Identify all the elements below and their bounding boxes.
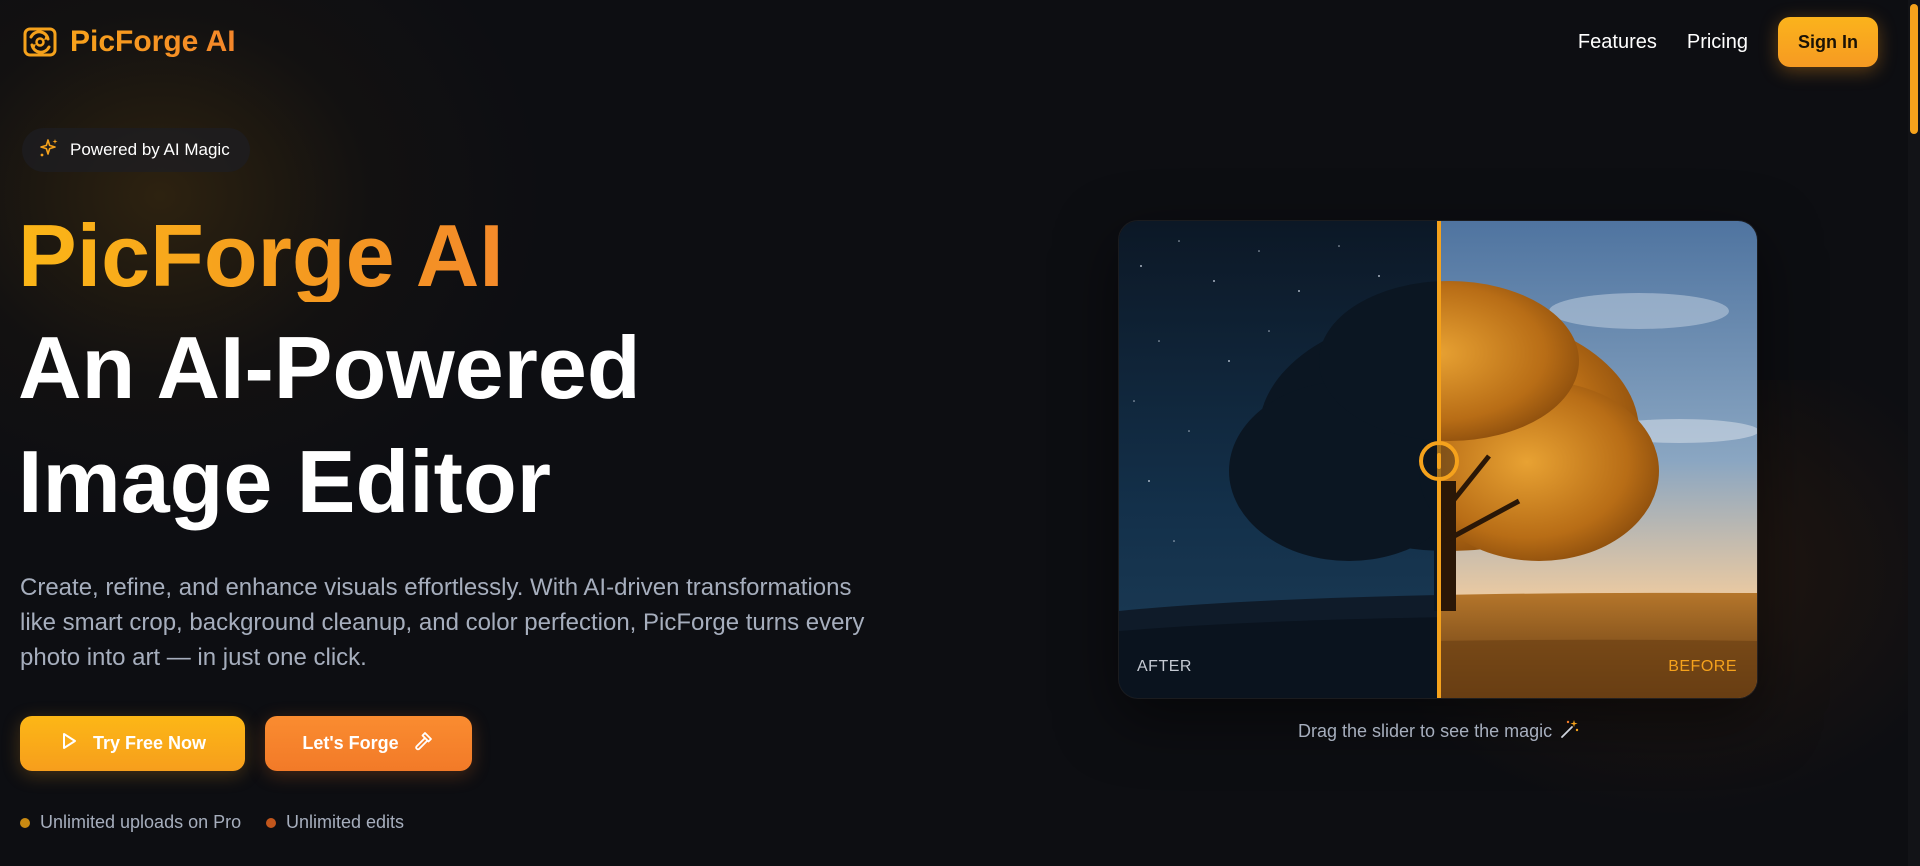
- sparkles-icon: [38, 137, 60, 164]
- try-free-button[interactable]: Try Free Now: [20, 716, 245, 771]
- hero-brand-title: PicForge AI: [18, 206, 504, 305]
- slider-handle[interactable]: [1419, 441, 1459, 481]
- after-label: AFTER: [1137, 658, 1192, 675]
- hammer-icon: [413, 730, 435, 757]
- feature-item-uploads: Unlimited uploads on Pro: [20, 812, 241, 833]
- nav-link-features[interactable]: Features: [1578, 31, 1657, 54]
- before-label: BEFORE: [1668, 658, 1737, 675]
- try-free-label: Try Free Now: [92, 733, 207, 753]
- feature-dot: [266, 817, 276, 828]
- before-after-comparison[interactable]: AFTER BEFORE: [1118, 220, 1758, 699]
- feature-dot: [20, 817, 30, 828]
- sign-in-button[interactable]: Sign In: [1778, 17, 1878, 67]
- lets-forge-button[interactable]: Let's Forge: [265, 716, 472, 771]
- page-scrollbar[interactable]: [1908, 0, 1920, 866]
- caption-text: Drag the slider to see the magic: [1298, 721, 1553, 741]
- powered-badge: Powered by AI Magic: [22, 128, 250, 172]
- brand-logo[interactable]: PicForge AI: [20, 22, 236, 62]
- hero-description: Create, refine, and enhance visuals effo…: [20, 574, 865, 671]
- play-icon: [59, 731, 79, 756]
- scrollbar-thumb[interactable]: [1910, 4, 1918, 134]
- badge-label: Powered by AI Magic: [70, 140, 230, 159]
- feature-item-edits: Unlimited edits: [266, 812, 404, 833]
- nav-menu: Features Pricing Sign In: [1578, 17, 1878, 67]
- lets-forge-label: Let's Forge: [302, 733, 399, 753]
- feature-label: Unlimited uploads on Pro: [40, 812, 242, 832]
- hero-headline-line-1: An AI-Powered: [18, 318, 641, 417]
- top-nav: PicForge AI Features Pricing Sign In: [0, 0, 1908, 84]
- slider-grip-icon: [1437, 453, 1441, 469]
- nav-link-pricing[interactable]: Pricing: [1687, 31, 1748, 54]
- hero-headline-line-2: Image Editor: [18, 432, 551, 531]
- comparison-caption: Drag the slider to see the magic: [1298, 718, 1580, 745]
- feature-label: Unlimited edits: [286, 812, 405, 832]
- refresh-image-icon: [20, 22, 60, 62]
- magic-wand-icon: [1558, 718, 1580, 745]
- brand-name: PicForge AI: [70, 25, 236, 58]
